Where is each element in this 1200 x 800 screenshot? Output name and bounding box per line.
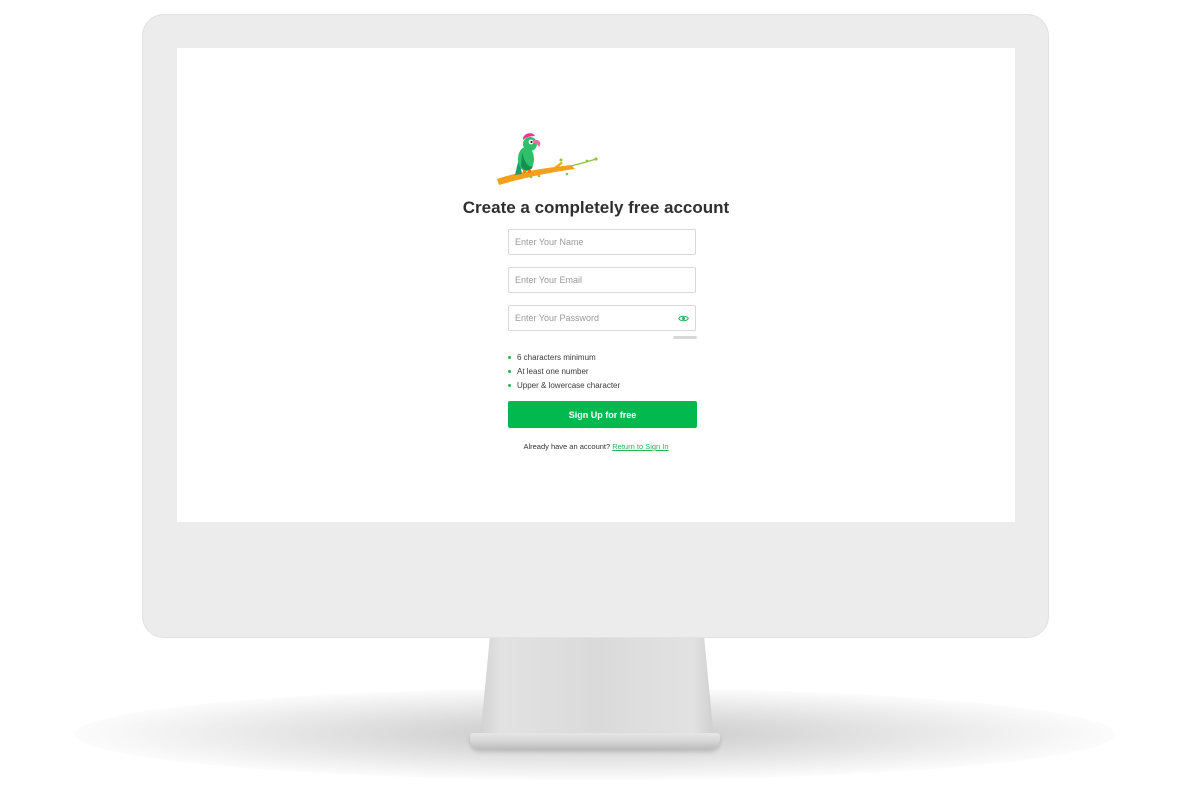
name-field[interactable] — [508, 229, 696, 255]
monitor-stand-neck — [480, 632, 714, 738]
sign-up-button[interactable]: Sign Up for free — [508, 401, 697, 428]
page-title: Create a completely free account — [462, 198, 730, 217]
password-strength-bar — [673, 336, 697, 339]
eye-icon[interactable] — [678, 314, 689, 323]
password-rule: 6 characters minimum — [508, 352, 620, 366]
monitor-stand-base — [470, 733, 720, 749]
password-field[interactable] — [508, 305, 696, 331]
password-rule: Upper & lowercase character — [508, 380, 620, 394]
password-rule: At least one number — [508, 366, 620, 380]
monitor-screen: Create a completely free account 6 chara… — [177, 48, 1015, 522]
email-input[interactable] — [509, 275, 695, 285]
sign-in-prompt-text: Already have an account? — [523, 442, 611, 451]
parrot-logo-icon — [497, 133, 598, 185]
return-to-sign-in-link[interactable]: Return to Sign In — [612, 442, 668, 451]
name-input[interactable] — [509, 237, 695, 247]
email-field[interactable] — [508, 267, 696, 293]
sign-in-prompt: Already have an account? Return to Sign … — [177, 442, 1015, 451]
password-rules-list: 6 characters minimum At least one number… — [508, 352, 620, 394]
password-input[interactable] — [509, 313, 695, 323]
